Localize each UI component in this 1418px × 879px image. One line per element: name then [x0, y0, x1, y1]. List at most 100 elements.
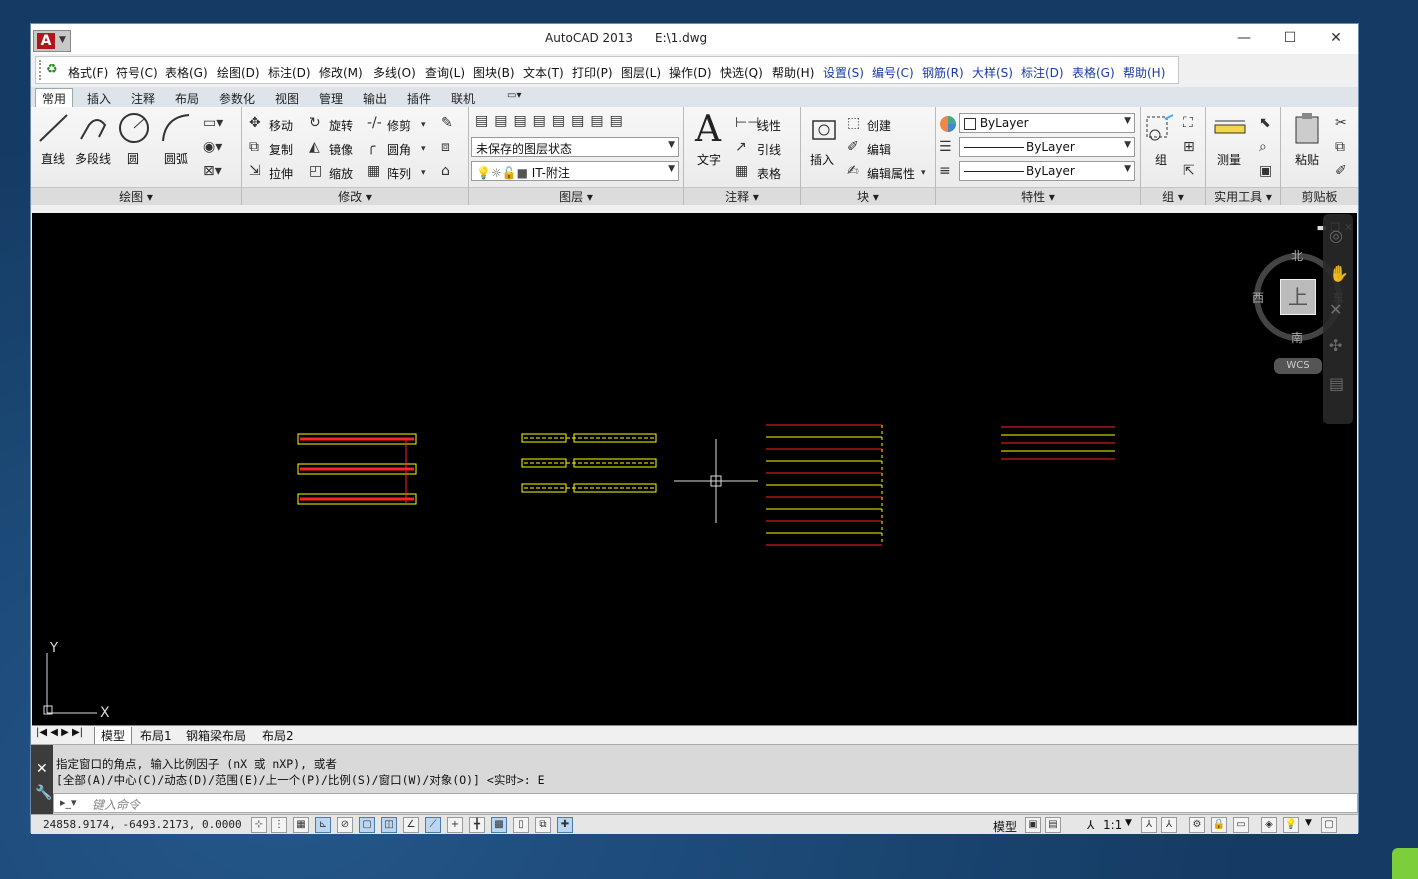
hatch-icon[interactable]: ◉▾ — [203, 139, 222, 155]
isolate-lightbulb-icon[interactable]: 💡 — [1283, 817, 1299, 833]
group-panel-title[interactable]: 组 ▾ — [1141, 187, 1205, 205]
menu-settings[interactable]: 设置(S) — [823, 64, 864, 81]
polyline-label[interactable]: 多段线 — [75, 150, 111, 167]
menu-text[interactable]: 文本(T) — [523, 64, 564, 81]
ribbon-toggle-icon[interactable]: ▭▾ — [507, 90, 521, 101]
menu-dimension[interactable]: 标注(D) — [268, 64, 311, 81]
copy-clip-icon[interactable]: ⧉ — [1335, 139, 1345, 155]
pan-hand-icon[interactable]: ✋ — [1329, 264, 1349, 283]
draw-panel-title[interactable]: 绘图 ▾ — [31, 187, 241, 205]
clipboard-panel-title[interactable]: 剪贴板 — [1281, 187, 1358, 205]
menu-numbering[interactable]: 编号(C) — [872, 64, 914, 81]
linetype-dropdown[interactable]: ByLayer ▼ — [959, 137, 1135, 157]
layer-state-dropdown[interactable]: 未保存的图层状态 ▼ — [471, 137, 679, 157]
osnap-icon[interactable]: ▢ — [359, 817, 375, 833]
line-label[interactable]: 直线 — [41, 150, 65, 167]
layout-tab-2[interactable]: 布局2 — [262, 727, 294, 744]
offset-icon[interactable]: ⧈ — [441, 139, 450, 155]
properties-panel-title[interactable]: 特性 ▾ — [936, 187, 1140, 205]
infer-constraints-icon[interactable]: ⊹ — [251, 817, 267, 833]
layout-tab-1[interactable]: 布局1 — [140, 727, 172, 744]
linear-button[interactable]: 线性 — [757, 117, 781, 134]
transparency-icon[interactable]: ▩ — [491, 817, 507, 833]
tab-manage[interactable]: 管理 — [319, 90, 343, 107]
polyline-icon[interactable] — [77, 111, 111, 145]
erase-icon[interactable]: ✎ — [441, 115, 453, 131]
menu-print[interactable]: 打印(P) — [572, 64, 613, 81]
menu-format[interactable]: 格式(F) — [68, 64, 108, 81]
menu-multiline[interactable]: 多线(O) — [373, 64, 416, 81]
menu-dimension-2[interactable]: 标注(D) — [1021, 64, 1064, 81]
arc-label[interactable]: 圆弧 — [164, 150, 188, 167]
menu-detail[interactable]: 大样(S) — [972, 64, 1013, 81]
table-button[interactable]: 表格 — [757, 165, 781, 182]
workspace-switch-icon[interactable]: ⚙ — [1189, 817, 1205, 833]
boundary-icon[interactable]: ⊠▾ — [203, 163, 222, 179]
viewcube-west[interactable]: 西 — [1252, 289, 1264, 306]
grid-icon[interactable]: ▦ — [293, 817, 309, 833]
tab-layout[interactable]: 布局 — [175, 90, 199, 107]
layer-panel-title[interactable]: 图层 ▾ — [469, 187, 683, 205]
close-icon[interactable]: ✕ — [36, 761, 48, 777]
measure-button[interactable]: 测量 — [1217, 151, 1241, 168]
arc-icon[interactable] — [159, 111, 193, 145]
quick-view-layouts-icon[interactable]: ▣ — [1025, 817, 1041, 833]
close-button[interactable]: ✕ — [1321, 27, 1351, 49]
chevron-down-icon[interactable]: ▾ — [421, 165, 426, 181]
minimize-button[interactable]: — — [1229, 27, 1259, 49]
rectangle-icon[interactable]: ▭▾ — [203, 115, 223, 131]
toolbar-lock-icon[interactable]: 🔒 — [1211, 817, 1227, 833]
orbit-icon[interactable]: ✣ — [1329, 336, 1342, 355]
menu-query[interactable]: 查询(L) — [425, 64, 465, 81]
layout-tab-steel-box-girder[interactable]: 钢箱梁布局 — [186, 727, 246, 744]
quick-properties-icon[interactable]: ▯ — [513, 817, 529, 833]
menu-quickselect[interactable]: 快选(Q) — [720, 64, 763, 81]
lineweight-toggle-icon[interactable]: ╋ — [469, 817, 485, 833]
wrench-icon[interactable]: 🔧 — [35, 785, 52, 801]
snap-icon[interactable]: ⋮ — [271, 817, 287, 833]
scale-button[interactable]: 缩放 — [329, 165, 353, 182]
group-edit-icon[interactable]: ⊞ — [1183, 139, 1195, 155]
quick-view-drawings-icon[interactable]: ▤ — [1045, 817, 1061, 833]
array-button[interactable]: 阵列 — [387, 165, 411, 182]
menu-symbol[interactable]: 符号(C) — [116, 64, 158, 81]
utilities-panel-title[interactable]: 实用工具 ▾ — [1206, 187, 1280, 205]
menu-block[interactable]: 图块(B) — [473, 64, 515, 81]
line-icon[interactable] — [37, 111, 71, 145]
block-panel-title[interactable]: 块 ▾ — [801, 187, 935, 205]
wcs-menu-button[interactable]: WCS — [1274, 358, 1322, 374]
toolbar-grip[interactable] — [39, 60, 43, 80]
leader-button[interactable]: 引线 — [757, 141, 781, 158]
group-icon[interactable] — [1143, 113, 1177, 147]
group-select-icon[interactable]: ⇱ — [1183, 163, 1195, 179]
command-prompt-icon[interactable]: ▸_▾ — [60, 796, 77, 809]
steering-wheel-icon[interactable]: ◎ — [1329, 226, 1343, 245]
mirror-button[interactable]: 镜像 — [329, 141, 353, 158]
clean-screen-icon[interactable]: ▢ — [1321, 817, 1337, 833]
viewcube-top-face[interactable]: 上 — [1280, 279, 1316, 315]
menu-table-2[interactable]: 表格(G) — [1072, 64, 1115, 81]
application-menu-button[interactable]: A ▼ — [33, 30, 71, 52]
annotation-scale-value[interactable]: 1:1 — [1103, 818, 1122, 832]
lineweight-dropdown[interactable]: ByLayer ▼ — [959, 161, 1135, 181]
ungroup-icon[interactable]: ⛶ — [1183, 115, 1193, 131]
ducs-icon[interactable]: ⟋ — [425, 817, 441, 833]
edit-attribute-button[interactable]: 编辑属性 — [867, 165, 915, 182]
annotation-panel-title[interactable]: 注释 ▾ — [684, 187, 800, 205]
trim-button[interactable]: 修剪 — [387, 117, 411, 134]
tab-parametric[interactable]: 参数化 — [219, 90, 255, 107]
current-layer-dropdown[interactable]: 💡☼🔓■ IT-附注 ▼ — [471, 161, 679, 181]
menu-help-2[interactable]: 帮助(H) — [1123, 64, 1165, 81]
edit-button[interactable]: 编辑 — [867, 141, 891, 158]
isolate-objects-icon[interactable]: ◈ — [1261, 817, 1277, 833]
hardware-acceleration-icon[interactable]: ▭ — [1233, 817, 1249, 833]
tab-online[interactable]: 联机 — [451, 90, 475, 107]
annotation-monitor-icon[interactable]: ✚ — [557, 817, 573, 833]
insert-button[interactable]: 插入 — [810, 151, 834, 168]
chevron-down-icon[interactable]: ▾ — [421, 117, 426, 133]
menu-operation[interactable]: 操作(D) — [669, 64, 712, 81]
tab-home[interactable]: 常用 — [35, 88, 74, 107]
layer-tools-icon[interactable]: ▤▤▤▤▤▤▤▤ — [475, 113, 629, 129]
chevron-down-icon[interactable]: ▼ — [1305, 818, 1312, 828]
viewcube-south[interactable]: 南 — [1291, 329, 1303, 346]
